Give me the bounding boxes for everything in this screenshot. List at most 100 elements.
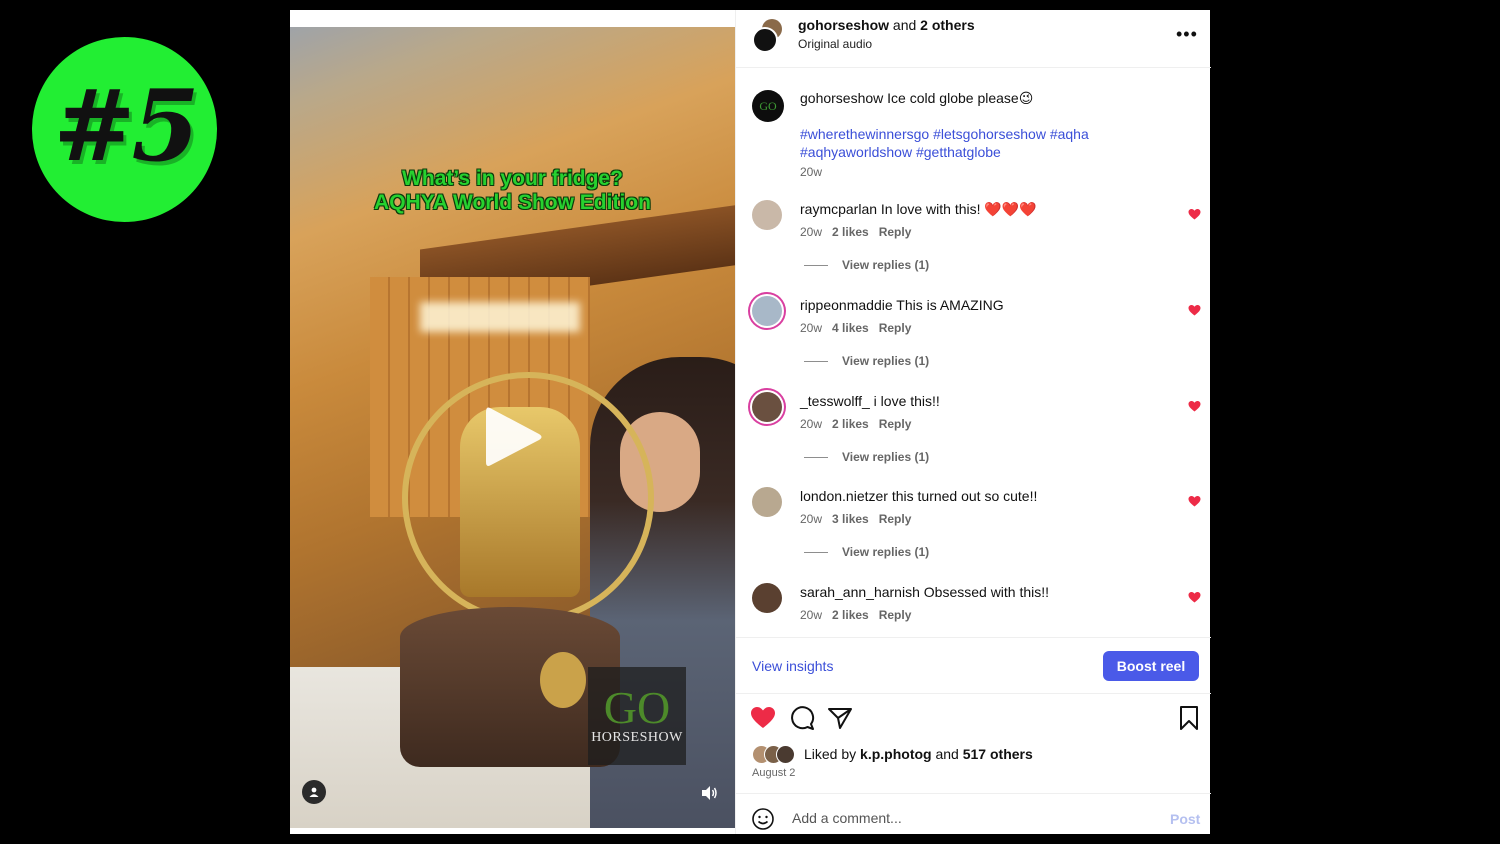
comment-row: raymcparlan In love with this! ❤️❤️❤️ 20w…: [736, 200, 1211, 296]
comment-text: _tesswolff_ i love this!!: [800, 393, 940, 409]
post-card: What’s in your fridge? AQHYA World Show …: [290, 10, 1211, 834]
share-icon[interactable]: [827, 705, 853, 731]
comment-username[interactable]: rippeonmaddie: [800, 297, 893, 313]
comment-time: 20w: [800, 321, 823, 335]
comment-time: 20w: [800, 225, 823, 239]
post-authors[interactable]: gohorseshow and 2 others: [798, 17, 975, 33]
person-icon[interactable]: [302, 780, 326, 804]
comment-reply-button[interactable]: Reply: [879, 608, 912, 622]
rank-number: #5: [53, 69, 199, 184]
comment-likes[interactable]: 2 likes: [832, 608, 869, 622]
view-replies-link[interactable]: View replies (1): [804, 354, 929, 368]
view-replies-label[interactable]: View replies (1): [842, 354, 929, 368]
commenter-avatar[interactable]: [752, 487, 782, 517]
comment-body: In love with this! ❤️❤️❤️: [880, 201, 1037, 217]
comment-username[interactable]: raymcparlan: [800, 201, 877, 217]
liked-by-others[interactable]: 517 others: [963, 746, 1033, 762]
comment-time: 20w: [800, 608, 823, 622]
gohorseshow-watermark-logo: GO HORSESHOW: [588, 667, 686, 765]
commenter-avatar[interactable]: [752, 296, 782, 326]
comment-meta: 20w 2 likes Reply: [800, 608, 921, 622]
comment-meta: 20w 2 likes Reply: [800, 225, 921, 239]
heart-icon[interactable]: [1188, 400, 1201, 412]
comment-username[interactable]: _tesswolff_: [800, 393, 870, 409]
comment-likes[interactable]: 2 likes: [832, 225, 869, 239]
comment-likes[interactable]: 3 likes: [832, 512, 869, 526]
replies-divider: [804, 265, 828, 267]
commenter-avatar[interactable]: [752, 200, 782, 230]
comment-icon[interactable]: [789, 705, 815, 731]
video-scene-light: [420, 302, 580, 332]
view-replies-link[interactable]: View replies (1): [804, 545, 929, 559]
speaker-icon[interactable]: [700, 784, 718, 802]
insights-bar: View insights Boost reel: [736, 637, 1211, 694]
replies-divider: [804, 457, 828, 459]
add-comment-bar: Post: [736, 793, 1211, 835]
comment-body: i love this!!: [873, 393, 940, 409]
commenter-avatar[interactable]: [752, 392, 782, 422]
view-replies-link[interactable]: View replies (1): [804, 258, 929, 272]
watermark-go: GO: [603, 682, 671, 733]
heart-icon[interactable]: [750, 705, 776, 731]
liker-avatar: [776, 745, 795, 764]
heart-icon[interactable]: [1188, 495, 1201, 507]
post-header: gohorseshow and 2 others Original audio …: [736, 10, 1211, 68]
comment-meta: 20w 3 likes Reply: [800, 512, 921, 526]
comment-meta: 20w 4 likes Reply: [800, 321, 921, 335]
comment-username[interactable]: london.nietzer: [800, 488, 888, 504]
video-overlay-caption: What’s in your fridge? AQHYA World Show …: [290, 167, 735, 215]
comment-input[interactable]: [790, 806, 1154, 830]
heart-icon[interactable]: [1188, 208, 1201, 220]
boost-reel-button[interactable]: Boost reel: [1103, 651, 1199, 681]
liked-by-and: and: [935, 746, 959, 762]
more-options-icon[interactable]: •••: [1176, 24, 1198, 45]
heart-icon[interactable]: [1188, 591, 1201, 603]
post-comment-button[interactable]: Post: [1170, 811, 1200, 827]
comment-time: 20w: [800, 417, 823, 431]
comment-reply-button[interactable]: Reply: [879, 225, 912, 239]
bookmark-icon[interactable]: [1176, 705, 1202, 731]
comment-text: london.nietzer this turned out so cute!!: [800, 488, 1037, 504]
comment-row: _tesswolff_ i love this!! 20w 2 likes Reply…: [736, 392, 1211, 488]
heart-icon[interactable]: [1188, 304, 1201, 316]
caption-avatar[interactable]: GO: [752, 90, 784, 122]
trophy-medallion: [540, 652, 586, 708]
view-replies-label[interactable]: View replies (1): [842, 258, 929, 272]
commenter-avatar[interactable]: [752, 583, 782, 613]
comment-body: Obsessed with this!!: [923, 584, 1050, 600]
caption-hashtags[interactable]: #wherethewinnersgo #letsgohorseshow #aqh…: [800, 125, 1130, 161]
caption: gohorseshow Ice cold globe please😉: [800, 90, 1033, 107]
comment-reply-button[interactable]: Reply: [879, 417, 912, 431]
gohorseshow-avatar: [752, 27, 778, 53]
comment-username[interactable]: sarah_ann_harnish: [800, 584, 920, 600]
overlay-line-1: What’s in your fridge?: [402, 167, 623, 190]
author-username[interactable]: gohorseshow: [798, 17, 889, 33]
overlay-line-2: AQHYA World Show Edition: [374, 191, 651, 214]
liked-by-prefix: Liked by: [804, 746, 857, 762]
original-audio-link[interactable]: Original audio: [798, 37, 872, 51]
play-icon[interactable]: [484, 404, 544, 470]
emoji-icon[interactable]: [752, 808, 774, 830]
comment-body: This is AMAZING: [896, 297, 1004, 313]
comment-likes[interactable]: 2 likes: [832, 417, 869, 431]
comment-likes[interactable]: 4 likes: [832, 321, 869, 335]
view-replies-label[interactable]: View replies (1): [842, 545, 929, 559]
view-replies-label[interactable]: View replies (1): [842, 450, 929, 464]
author-others[interactable]: 2 others: [920, 17, 974, 33]
comment-reply-button[interactable]: Reply: [879, 512, 912, 526]
comment-text: raymcparlan In love with this! ❤️❤️❤️: [800, 201, 1037, 218]
comment-meta: 20w 2 likes Reply: [800, 417, 921, 431]
comment-text: rippeonmaddie This is AMAZING: [800, 297, 1004, 313]
trophy-base: [400, 607, 620, 767]
collab-avatars[interactable]: [752, 19, 782, 53]
reel-video[interactable]: What’s in your fridge? AQHYA World Show …: [290, 27, 735, 828]
comment-reply-button[interactable]: Reply: [879, 321, 912, 335]
caption-username[interactable]: gohorseshow: [800, 90, 883, 106]
comment-row: london.nietzer this turned out so cute!!…: [736, 487, 1211, 583]
liked-by-text[interactable]: Liked by k.p.photog and 517 others: [804, 746, 1033, 762]
liked-by-user[interactable]: k.p.photog: [860, 746, 932, 762]
post-details-panel: gohorseshow and 2 others Original audio …: [735, 10, 1211, 834]
replies-divider: [804, 552, 828, 554]
view-replies-link[interactable]: View replies (1): [804, 450, 929, 464]
view-insights-link[interactable]: View insights: [752, 658, 833, 674]
